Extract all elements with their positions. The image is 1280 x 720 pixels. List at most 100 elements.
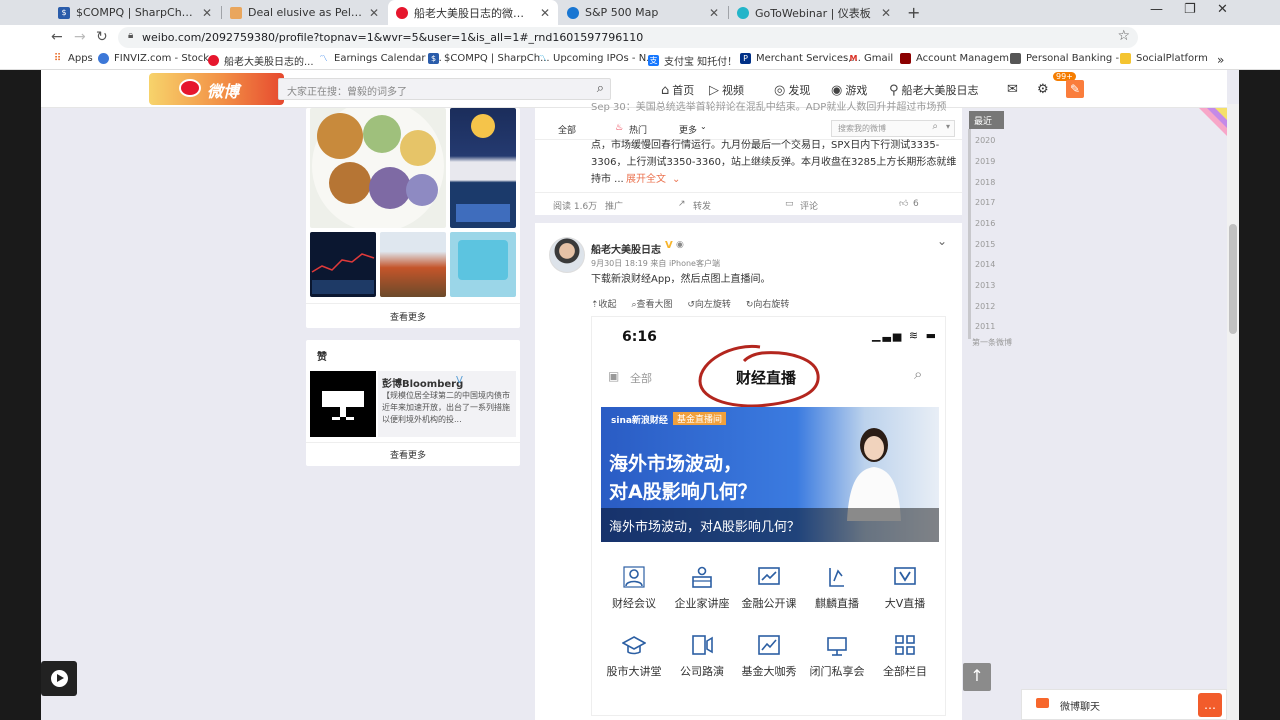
minimize-icon[interactable]: — — [1150, 2, 1163, 17]
compose-edit-icon[interactable]: ✎ — [1066, 80, 1084, 98]
album-photo-landscape[interactable] — [380, 232, 446, 297]
timeline-year[interactable]: 2015 — [975, 240, 995, 249]
post-author-name[interactable]: 船老大美股日志 — [591, 241, 661, 256]
bloomberg-name[interactable]: 彭博Bloomberg — [382, 375, 463, 390]
chat-label[interactable]: 微博聊天 — [1060, 698, 1100, 713]
nav-home[interactable]: ⌂ 首页 — [661, 82, 694, 98]
restore-icon[interactable]: ❐ — [1184, 2, 1196, 17]
message-icon[interactable]: ✉ — [1007, 82, 1018, 97]
close-tab-icon[interactable]: ✕ — [369, 6, 379, 20]
close-tab-icon[interactable]: ✕ — [881, 6, 891, 20]
bookmarks-overflow-icon[interactable]: » — [1217, 53, 1224, 67]
bookmark-paypal[interactable]: P Merchant Services,... — [740, 53, 861, 64]
nav-profile[interactable]: ⚲ 船老大美股日志 — [889, 82, 979, 98]
nav-video[interactable]: ▷ 视频 — [709, 82, 744, 98]
weibo-logo-text: 微博 — [207, 82, 240, 101]
rotate-left-button[interactable]: 向左旋转 — [695, 300, 731, 310]
likes-title: 赞 — [317, 352, 327, 363]
comment-button[interactable]: 评论 — [800, 199, 818, 212]
post-image-phone-screenshot[interactable]: 6:16 ▁▃▅ ≋ ▬ ▣ 全部 财经直播 ⌕ sina新浪财经 基金直播间 … — [591, 316, 946, 716]
address-url[interactable]: weibo.com/2092759380/profile?topnav=1&wv… — [142, 31, 643, 44]
timeline-year[interactable]: 2017 — [975, 198, 995, 207]
filter-tab-all[interactable]: 全部 — [558, 123, 576, 136]
weibo-chat-bar[interactable]: 微博聊天 … — [1021, 689, 1227, 720]
timeline-year[interactable]: 2012 — [975, 302, 995, 311]
album-photo-chart[interactable] — [310, 232, 376, 297]
browser-tab[interactable]: S&P 500 Map ✕ — [559, 0, 727, 25]
expand-full-text-link[interactable]: 展开全文 — [626, 171, 666, 189]
comment-icon[interactable]: ▭ — [785, 199, 794, 209]
weibo-logo[interactable]: 微博 — [149, 73, 284, 105]
dropdown-caret-icon[interactable]: ▾ — [946, 122, 950, 131]
timeline-year[interactable]: 2019 — [975, 157, 995, 166]
timeline-year[interactable]: 2018 — [975, 178, 995, 187]
page-scrollbar[interactable] — [1227, 104, 1239, 720]
chevron-down-icon[interactable]: ⌄ — [937, 234, 947, 248]
bloomberg-post-text[interactable]: 【规模位居全球第二的中国境内债市近年来加速开放，出台了一系列措施以便利境外机构的… — [382, 390, 514, 426]
scrollbar-thumb[interactable] — [1229, 224, 1237, 334]
filter-tab-more[interactable]: 更多 — [679, 123, 697, 136]
timeline-year[interactable]: 2014 — [975, 260, 995, 269]
weibo-search-box[interactable]: 大家正在搜：曾毅的词多了 ⌕ — [278, 78, 611, 100]
weibo-search-placeholder[interactable]: 大家正在搜：曾毅的词多了 — [287, 83, 407, 98]
bookmark-gmail[interactable]: M Gmail — [848, 53, 894, 64]
search-icon[interactable]: ⌕ — [932, 121, 938, 132]
timeline-current[interactable]: 最近 — [969, 111, 1004, 129]
nav-discover[interactable]: ◎ 发现 — [774, 82, 810, 98]
collapse-button[interactable]: 收起 — [599, 300, 617, 310]
album-photo-mooncakes[interactable] — [310, 108, 446, 228]
rotate-left-icon[interactable]: ↺ — [687, 300, 695, 310]
bookmark-finviz[interactable]: FINVIZ.com - Stock... — [98, 53, 219, 64]
repost-icon[interactable]: ↗ — [678, 199, 686, 209]
browser-tab[interactable]: GoToWebinar | 仪表板 ✕ — [729, 0, 899, 25]
bookmark-alipay[interactable]: 支支付宝 知托付！ — [648, 53, 737, 68]
album-see-more-link[interactable]: 查看更多 — [390, 310, 426, 323]
forward-icon[interactable]: → — [74, 29, 86, 45]
browser-tab[interactable]: Deal elusive as Pelosi, Mnuchin o ✕ — [222, 0, 387, 25]
back-to-top-button[interactable]: ↑ — [963, 663, 991, 691]
promote-button[interactable]: 推广 — [605, 199, 623, 212]
settings-gear-icon[interactable]: ⚙ — [1037, 82, 1049, 97]
browser-tab[interactable]: $ $COMPQ | SharpChart | StockCh ✕ — [50, 0, 220, 25]
bookmark-account[interactable]: Account Managem... — [900, 53, 1019, 64]
bloomberg-avatar[interactable] — [310, 371, 376, 437]
nav-game[interactable]: ◉ 游戏 — [831, 82, 867, 98]
weibo-eye-icon — [179, 79, 201, 97]
bookmark-star-icon[interactable]: ☆ — [1117, 28, 1130, 44]
timeline-year[interactable]: 2013 — [975, 281, 995, 290]
video-play-button[interactable] — [41, 661, 77, 696]
collapse-icon[interactable]: ⇡ — [591, 300, 599, 310]
timeline-year[interactable]: 2020 — [975, 136, 995, 145]
bookmark-apps[interactable]: ⠿ Apps — [52, 53, 93, 64]
chat-bubble-icon[interactable]: … — [1198, 693, 1222, 717]
address-bar[interactable]: 🔒︎ weibo.com/2092759380/profile?topnav=1… — [118, 27, 1138, 48]
timeline-year[interactable]: 2016 — [975, 219, 995, 228]
filter-tab-hot[interactable]: 热门 — [629, 123, 647, 136]
post-search-input[interactable]: 搜索我的微博 ⌕ ▾ — [831, 120, 955, 137]
bookmark-weibo[interactable]: 船老大美股日志的... — [208, 53, 314, 68]
like-thumb-icon[interactable]: 👍︎ — [899, 199, 908, 209]
album-photo-poster[interactable] — [450, 108, 516, 228]
rotate-right-button[interactable]: 向右旋转 — [753, 300, 789, 310]
bookmark-ipos[interactable]: 〽 Upcoming IPOs - N... — [537, 53, 656, 64]
repost-button[interactable]: 转发 — [693, 199, 711, 212]
close-tab-icon[interactable]: ✕ — [202, 6, 212, 20]
bookmark-sharpchart[interactable]: $ $COMPQ | SharpCh... — [428, 53, 550, 64]
reload-icon[interactable]: ↻ — [96, 29, 108, 45]
browser-tab-active[interactable]: 船老大美股日志的微博_微博 ✕ — [388, 0, 558, 25]
close-tab-icon[interactable]: ✕ — [709, 6, 719, 20]
view-large-button[interactable]: 查看大图 — [636, 300, 672, 310]
close-window-icon[interactable]: ✕ — [1217, 2, 1228, 17]
bookmark-banking[interactable]: Personal Banking -... — [1010, 53, 1129, 64]
close-tab-icon[interactable]: ✕ — [540, 6, 550, 20]
author-avatar[interactable] — [549, 237, 585, 273]
bookmark-social[interactable]: SocialPlatform — [1120, 53, 1208, 64]
likes-see-more-link[interactable]: 查看更多 — [390, 448, 426, 461]
bookmark-earnings[interactable]: 〽 Earnings Calendar -... — [318, 53, 442, 64]
album-photo-message[interactable] — [450, 232, 516, 297]
new-tab-icon[interactable]: + — [907, 3, 920, 22]
back-icon[interactable]: ← — [51, 29, 63, 45]
timeline-first-post[interactable]: 第一条微博 — [972, 337, 1012, 348]
search-icon[interactable]: ⌕ — [597, 81, 604, 96]
timeline-year[interactable]: 2011 — [975, 322, 995, 331]
